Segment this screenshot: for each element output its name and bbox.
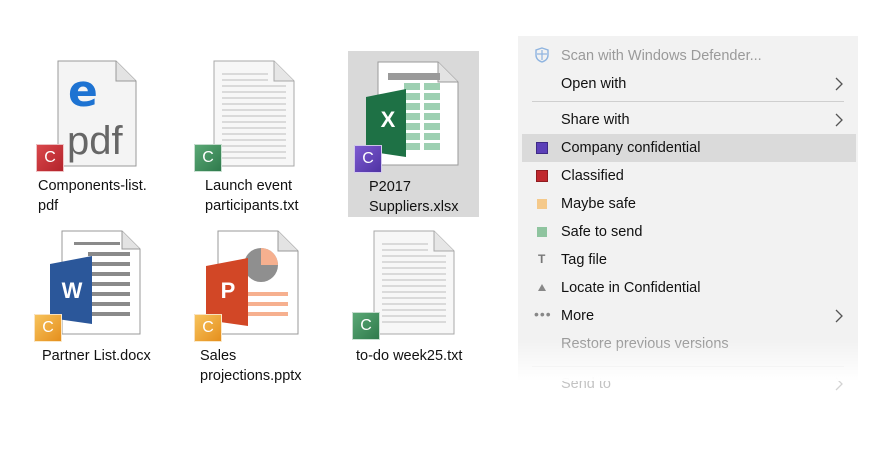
word-w-glyph: W	[61, 278, 83, 303]
file-item-partner-list-docx[interactable]: W C Partner List.docx	[34, 230, 170, 395]
file-name: Launch event participants.txt	[205, 178, 299, 214]
menu-item-open-with[interactable]: Open with	[522, 70, 856, 98]
menu-item-label: Tag file	[561, 252, 607, 268]
classification-badge: C	[354, 145, 382, 173]
ellipsis-icon: •••	[534, 306, 552, 322]
menu-item-label: Locate in Confidential	[561, 280, 701, 296]
label-orange-square-icon	[537, 199, 547, 209]
chevron-right-icon	[835, 377, 843, 391]
menu-item-label: Send to	[561, 376, 611, 392]
menu-item-label: Scan with Windows Defender...	[561, 48, 762, 64]
menu-item-label: Open with	[561, 76, 627, 92]
file-name: Partner List.docx	[42, 348, 151, 364]
defender-shield-icon	[535, 47, 549, 63]
file-name: Components-list. pdf	[38, 178, 147, 214]
menu-item-label: Company confidential	[561, 140, 701, 156]
menu-item-label: Maybe safe	[561, 196, 636, 212]
pdf-type-text: pdf	[67, 119, 123, 163]
file-item-sales-projections-pptx[interactable]: P C Sales projections.pptx	[194, 230, 328, 395]
file-name: Sales projections.pptx	[200, 348, 302, 384]
menu-item-scan-windows-defender[interactable]: Scan with Windows Defender...	[522, 42, 856, 70]
menu-item-send-to[interactable]: Send to	[522, 370, 856, 398]
label-green-square-icon	[537, 227, 547, 237]
menu-item-label: More	[561, 308, 595, 324]
classification-badge: C	[194, 144, 222, 172]
menu-item-locate-in-confidential[interactable]: Locate in Confidential	[522, 274, 856, 302]
menu-item-classified[interactable]: Classified	[522, 162, 856, 190]
tag-t-icon: T	[538, 252, 546, 266]
classification-badge: C	[36, 144, 64, 172]
menu-item-label: Safe to send	[561, 224, 643, 240]
context-menu: Scan with Windows Defender... Open with …	[518, 36, 858, 392]
label-purple-square-icon	[536, 142, 548, 154]
chevron-right-icon	[835, 309, 843, 323]
chevron-right-icon	[835, 113, 843, 127]
edge-e-icon: e	[68, 66, 98, 117]
classification-badge: C	[352, 312, 380, 340]
file-name: P2017 Suppliers.xlsx	[369, 179, 459, 215]
menu-item-more[interactable]: ••• More	[522, 302, 856, 330]
menu-item-maybe-safe[interactable]: Maybe safe	[522, 190, 856, 218]
menu-item-label: Classified	[561, 168, 624, 184]
excel-x-glyph: X	[380, 107, 396, 132]
file-item-launch-event-participants-txt[interactable]: C Launch event participants.txt	[194, 60, 328, 225]
menu-item-company-confidential[interactable]: Company confidential	[522, 134, 856, 162]
menu-item-label: Restore previous versions	[561, 336, 729, 352]
label-red-square-icon	[536, 170, 548, 182]
chevron-right-icon	[835, 77, 843, 91]
file-name: to-do week25.txt	[356, 348, 463, 364]
menu-separator	[532, 366, 844, 367]
menu-item-restore-previous-versions[interactable]: Restore previous versions	[522, 330, 856, 358]
menu-item-safe-to-send[interactable]: Safe to send	[522, 218, 856, 246]
file-item-p2017-suppliers-xlsx[interactable]: X C P2017 Suppliers.xlsx	[348, 51, 488, 226]
menu-separator	[532, 101, 844, 102]
file-explorer-icon-view: e pdf C Components-list. pdf C Launch ev…	[0, 0, 500, 450]
file-item-components-list-pdf[interactable]: e pdf C Components-list. pdf	[36, 60, 170, 225]
classification-badge: C	[34, 314, 62, 342]
classification-badge: C	[194, 314, 222, 342]
file-item-to-do-week25-txt[interactable]: C to-do week25.txt	[352, 230, 488, 395]
powerpoint-p-glyph: P	[220, 278, 236, 303]
menu-item-tag-file[interactable]: T Tag file	[522, 246, 856, 274]
menu-item-share-with[interactable]: Share with	[522, 106, 856, 134]
menu-item-label: Share with	[561, 112, 630, 128]
locate-triangle-icon	[538, 284, 546, 291]
